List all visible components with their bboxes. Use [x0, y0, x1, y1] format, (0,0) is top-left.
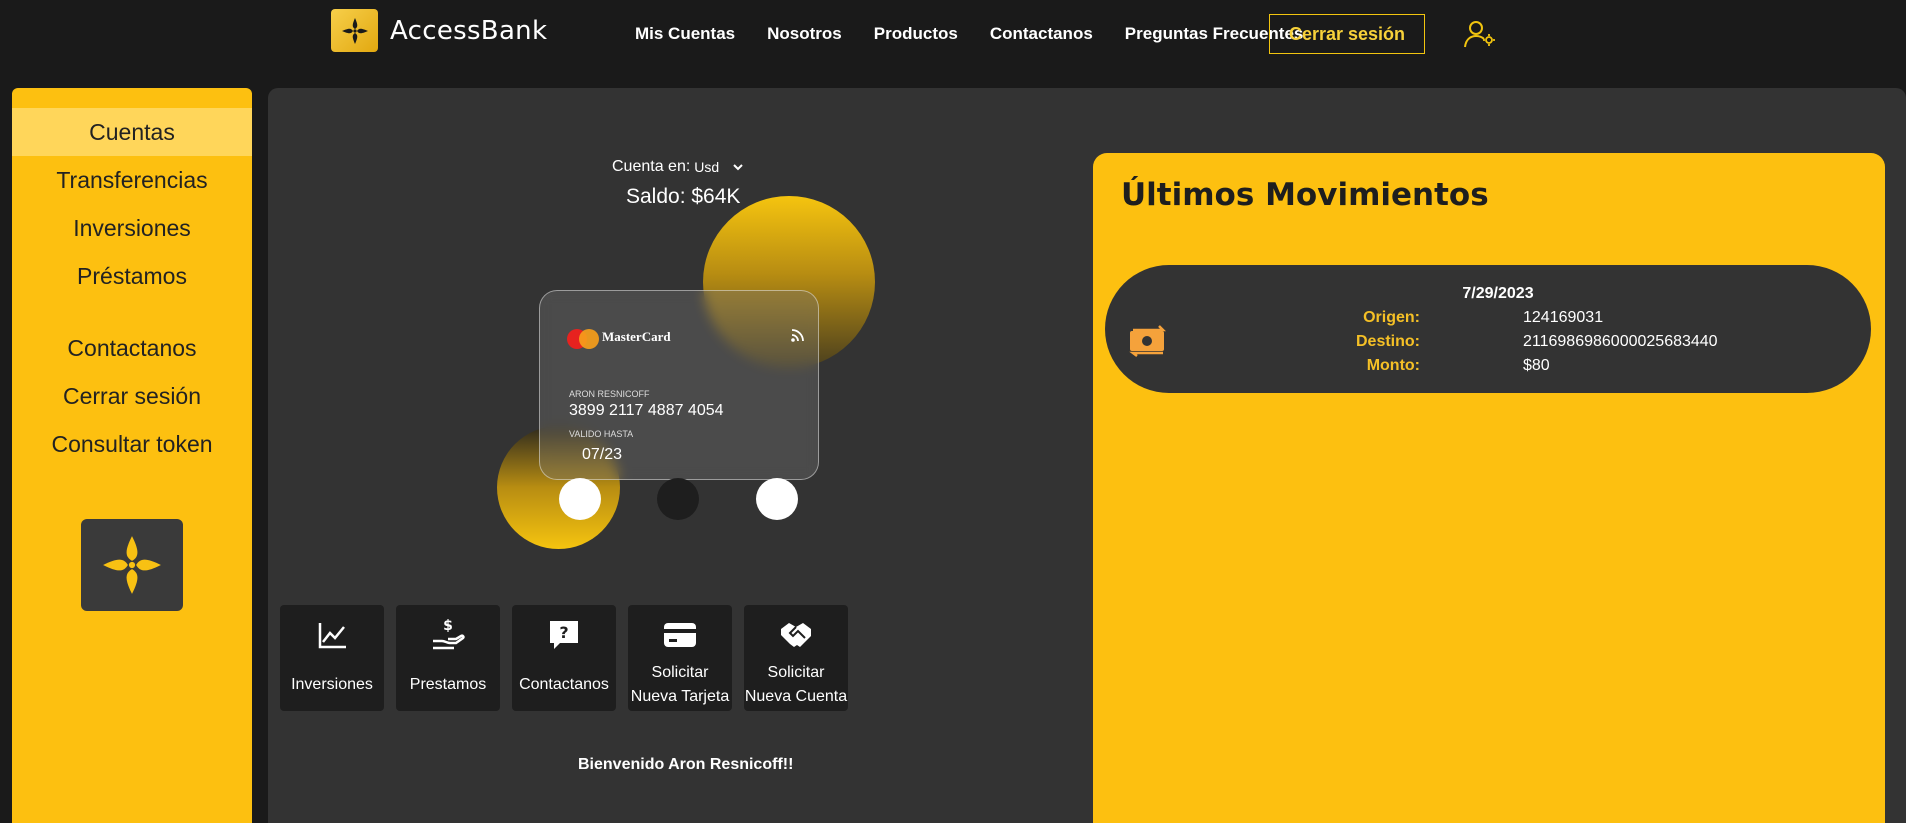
sidebar-item-consultar-token[interactable]: Consultar token [12, 420, 252, 468]
sidebar-item-cuentas[interactable]: Cuentas [12, 108, 252, 156]
quick-action-contactanos[interactable]: ? Contactanos [512, 605, 616, 711]
sidebar-item-inversiones[interactable]: Inversiones [12, 204, 252, 252]
card-valid-value: 07/23 [582, 446, 623, 463]
top-navbar: AccessBank Mis Cuentas Nosotros Producto… [0, 0, 1906, 70]
card-holder: ARON RESNICOFF [569, 389, 650, 399]
movement-dest-label: Destino: [1356, 333, 1420, 350]
credit-card-icon [664, 623, 696, 647]
quick-action-label: Inversiones [291, 676, 373, 693]
quick-action-label: Solicitar [651, 664, 709, 681]
account-currency: Usd [694, 159, 720, 175]
card-brand: MasterCard [602, 329, 671, 344]
contactless-icon [791, 329, 804, 342]
question-bubble-icon: ? [550, 621, 578, 649]
quick-action-nueva-tarjeta[interactable]: Solicitar Nueva Tarjeta [628, 605, 732, 711]
nav-link-nosotros[interactable]: Nosotros [767, 24, 842, 44]
handshake-icon [781, 623, 811, 647]
svg-text:$: $ [443, 618, 453, 634]
welcome-message: Bienvenido Aron Resnicoff!! [578, 756, 794, 773]
quick-action-prestamos[interactable]: $ Prestamos [396, 605, 500, 711]
sidebar-item-cerrar-sesion[interactable]: Cerrar sesión [12, 372, 252, 420]
account-balance: Saldo: $64K [626, 185, 741, 208]
quick-action-label: Solicitar [767, 664, 825, 681]
brand-name: AccessBank [390, 15, 548, 46]
quick-action-label-2: Nueva Cuenta [744, 688, 848, 705]
money-transfer-icon [1129, 325, 1167, 357]
movements-panel: Últimos Movimientos 7/29/2023 Origen: 12… [1093, 153, 1885, 823]
movement-origin-label: Origen: [1363, 309, 1420, 326]
movement-origin-value: 124169031 [1523, 309, 1604, 326]
mastercard-logo-icon [567, 329, 599, 349]
nav-link-productos[interactable]: Productos [874, 24, 958, 44]
card-valid-label: VALIDO HASTA [569, 429, 634, 439]
quick-action-label-2: Nueva Tarjeta [630, 688, 730, 705]
hand-dollar-icon: $ [433, 618, 465, 650]
movement-date: 7/29/2023 [1462, 285, 1534, 302]
brand-logo-icon [331, 9, 378, 52]
card-number: 3899 2117 4887 4054 [569, 402, 724, 419]
chevron-down-icon [733, 164, 743, 171]
quick-action-inversiones[interactable]: Inversiones [280, 605, 384, 711]
nav-link-mis-cuentas[interactable]: Mis Cuentas [635, 24, 735, 44]
movement-amount-value: $80 [1523, 357, 1550, 374]
credit-card: MasterCard ARON RESNICOFF 3899 2117 4887… [539, 290, 819, 480]
movement-amount-label: Monto: [1366, 357, 1420, 374]
sidebar-item-contactanos[interactable]: Contactanos [12, 324, 252, 372]
svg-text:?: ? [559, 623, 568, 642]
movement-dest-value: 2116986986000025683440 [1523, 333, 1718, 350]
movement-item[interactable]: 7/29/2023 Origen: 124169031 Destino: 211… [1105, 265, 1871, 393]
carousel-dot-2[interactable] [657, 478, 699, 520]
quick-action-label: Contactanos [519, 676, 609, 693]
sidebar-item-transferencias[interactable]: Transferencias [12, 156, 252, 204]
quick-action-label: Prestamos [409, 676, 487, 693]
movements-title: Últimos Movimientos [1121, 177, 1489, 213]
nav-link-contactanos[interactable]: Contactanos [990, 24, 1093, 44]
sidebar: Cuentas Transferencias Inversiones Prést… [12, 88, 252, 823]
logout-button[interactable]: Cerrar sesión [1269, 14, 1425, 54]
quick-action-nueva-cuenta[interactable]: Solicitar Nueva Cuenta [744, 605, 848, 711]
chart-line-icon [318, 623, 346, 649]
brand[interactable]: AccessBank [331, 9, 547, 52]
carousel-dot-1[interactable] [559, 478, 601, 520]
account-label: Cuenta en: [612, 158, 691, 175]
nav-links: Mis Cuentas Nosotros Productos Contactan… [635, 24, 1303, 44]
sidebar-logo-icon [81, 519, 183, 611]
account-currency-select[interactable]: Cuenta en: Usd [612, 158, 745, 176]
user-settings-icon[interactable] [1464, 20, 1496, 48]
sidebar-item-prestamos[interactable]: Préstamos [12, 252, 252, 300]
carousel-dot-3[interactable] [756, 478, 798, 520]
